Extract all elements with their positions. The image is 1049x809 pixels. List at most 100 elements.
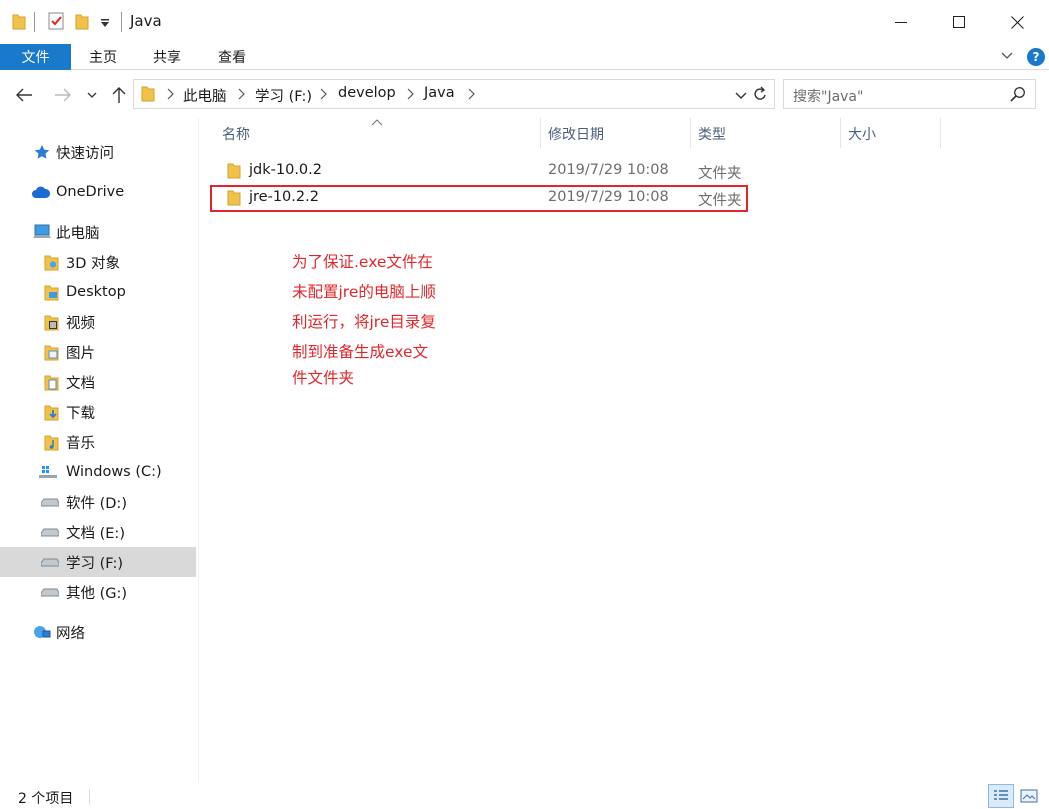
minimize-button[interactable] [878, 0, 924, 44]
back-button[interactable] [13, 84, 35, 106]
star-icon [33, 144, 51, 160]
navigation-bar: 此电脑 学习 (F:) develop Java 搜索"Java" [0, 70, 1049, 118]
refresh-icon[interactable] [752, 85, 768, 107]
status-bar: 2 个项目 [0, 782, 1049, 809]
chevron-right-icon[interactable] [319, 88, 327, 104]
address-dropdown-icon[interactable] [735, 89, 747, 105]
sidebar-item-onedrive[interactable]: OneDrive [0, 178, 196, 206]
column-divider[interactable] [540, 118, 541, 148]
drive-icon [41, 494, 59, 510]
title-bar: Java [0, 0, 1049, 44]
breadcrumb-drive-f[interactable]: 学习 (F:) [255, 85, 312, 106]
sidebar-item-videos[interactable]: 视频 [0, 308, 196, 336]
annotation-line: 未配置jre的电脑上顺 [292, 283, 436, 301]
maximize-button[interactable] [936, 0, 982, 44]
column-divider[interactable] [690, 118, 691, 148]
documents-folder-icon [43, 374, 61, 390]
sidebar-item-documents[interactable]: 文档 [0, 368, 196, 396]
sidebar-item-label: 视频 [66, 315, 95, 332]
window-title: Java [130, 12, 162, 30]
chevron-right-icon[interactable] [406, 88, 414, 104]
sidebar-item-drive-c[interactable]: Windows (C:) [0, 458, 196, 486]
sidebar-item-label: OneDrive [56, 184, 125, 200]
title-separator [121, 12, 122, 32]
tab-view[interactable]: 查看 [218, 44, 246, 70]
chevron-right-icon[interactable] [166, 88, 174, 104]
sidebar-item-drive-g[interactable]: 其他 (G:) [0, 578, 196, 606]
drive-icon [41, 524, 59, 540]
pictures-folder-icon [43, 344, 61, 360]
sidebar-item-drive-f[interactable]: 学习 (F:) [0, 547, 196, 577]
chevron-right-icon[interactable] [237, 88, 245, 104]
annotation-line: 件文件夹 [292, 369, 355, 387]
annotation-line: 为了保证.exe文件在 [292, 253, 433, 271]
sidebar-item-label: 此电脑 [56, 225, 100, 242]
column-divider[interactable] [840, 118, 841, 148]
breadcrumb-this-pc[interactable]: 此电脑 [183, 85, 227, 106]
sidebar-item-label: Windows (C:) [66, 464, 162, 480]
new-folder-icon[interactable] [75, 13, 89, 34]
details-view-button[interactable] [988, 784, 1014, 808]
expand-ribbon-icon[interactable] [1000, 48, 1014, 66]
close-button[interactable] [994, 0, 1040, 44]
column-header-name[interactable]: 名称 [222, 124, 250, 144]
breadcrumb-develop[interactable]: develop [338, 85, 396, 101]
column-header-size[interactable]: 大小 [848, 124, 876, 144]
customize-toolbar-icon[interactable] [100, 16, 110, 32]
sidebar-item-label: 音乐 [66, 435, 95, 452]
file-modified: 2019/7/29 10:08 [548, 162, 669, 178]
properties-icon[interactable] [48, 12, 64, 34]
sidebar-item-pictures[interactable]: 图片 [0, 338, 196, 366]
sidebar-item-drive-e[interactable]: 文档 (E:) [0, 518, 196, 546]
sidebar-item-quick-access[interactable]: 快速访问 [0, 138, 196, 166]
cloud-icon [31, 184, 51, 200]
sidebar-item-music[interactable]: 音乐 [0, 428, 196, 456]
search-input[interactable]: 搜索"Java" [783, 79, 1036, 109]
sidebar-item-desktop[interactable]: Desktop [0, 278, 196, 306]
sidebar-item-network[interactable]: 网络 [0, 618, 196, 646]
column-divider[interactable] [940, 118, 941, 148]
forward-button[interactable] [52, 84, 74, 106]
search-icon[interactable] [1010, 86, 1026, 106]
desktop-folder-icon [43, 284, 61, 300]
help-button[interactable]: ? [1027, 48, 1045, 66]
up-button[interactable] [108, 84, 130, 106]
sidebar-item-label: Desktop [66, 284, 126, 300]
drive-icon [41, 584, 59, 600]
sidebar-item-label: 学习 (F:) [66, 555, 124, 572]
folder-icon [12, 13, 26, 34]
sidebar-item-this-pc[interactable]: 此电脑 [0, 218, 196, 246]
annotation-line: 利运行，将jre目录复 [292, 313, 436, 331]
file-type: 文件夹 [698, 166, 742, 182]
column-header-modified[interactable]: 修改日期 [548, 124, 604, 144]
address-bar[interactable]: 此电脑 学习 (F:) develop Java [133, 79, 775, 109]
tab-file[interactable]: 文件 [0, 44, 71, 70]
sidebar-item-label: 文档 (E:) [66, 525, 125, 542]
chevron-right-icon[interactable] [467, 88, 475, 104]
tab-home[interactable]: 主页 [89, 44, 117, 70]
sidebar-item-3d-objects[interactable]: 3D 对象 [0, 248, 196, 276]
status-separator [89, 789, 90, 805]
sidebar-item-label: 软件 (D:) [66, 495, 127, 512]
sidebar-item-label: 图片 [66, 345, 95, 362]
music-folder-icon [43, 434, 61, 450]
pane-divider[interactable] [198, 118, 199, 782]
sort-ascending-icon [371, 114, 383, 130]
large-icons-view-button[interactable] [1016, 784, 1042, 808]
sidebar-item-label: 3D 对象 [66, 255, 120, 272]
title-separator [34, 12, 35, 32]
sidebar-item-downloads[interactable]: 下载 [0, 398, 196, 426]
file-row[interactable]: jdk-10.0.2 2019/7/29 10:08 文件夹 [214, 158, 746, 184]
breadcrumb-java[interactable]: Java [424, 85, 455, 101]
downloads-folder-icon [43, 404, 61, 420]
windows-drive-icon [39, 464, 57, 480]
column-header-type[interactable]: 类型 [698, 124, 726, 144]
sidebar-item-drive-d[interactable]: 软件 (D:) [0, 488, 196, 516]
tab-share[interactable]: 共享 [153, 44, 181, 70]
3d-objects-icon [43, 254, 61, 270]
sidebar-item-label: 快速访问 [56, 145, 114, 162]
folder-icon [141, 85, 155, 106]
recent-locations-button[interactable] [84, 84, 100, 106]
sidebar-item-label: 文档 [66, 375, 95, 392]
file-name: jdk-10.0.2 [249, 162, 322, 178]
